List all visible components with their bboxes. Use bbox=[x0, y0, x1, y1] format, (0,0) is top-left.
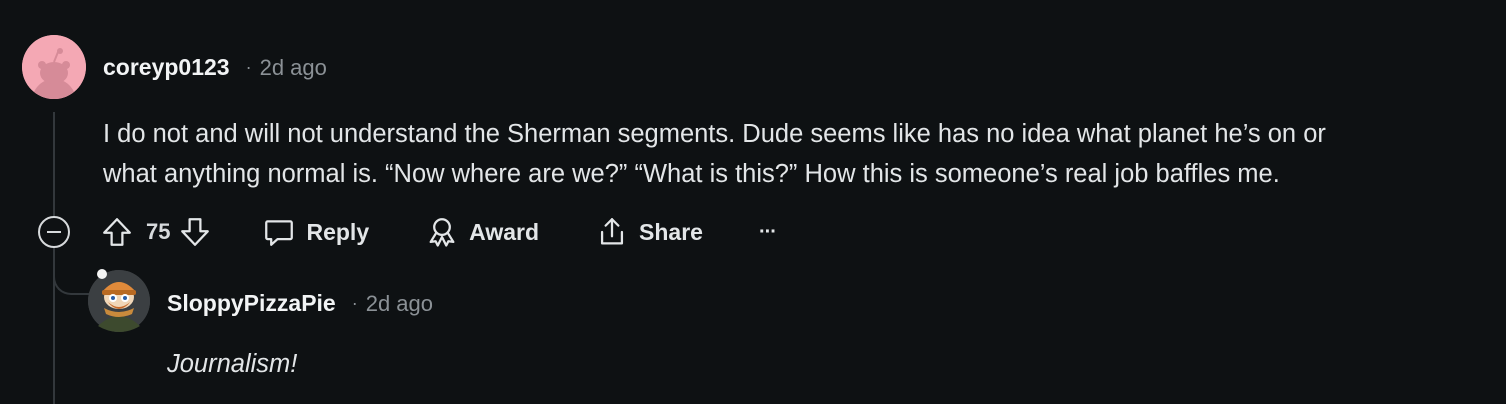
downvote-icon bbox=[181, 218, 210, 246]
comment-header: coreyp0123 · 2d ago bbox=[103, 54, 327, 81]
collapse-button[interactable] bbox=[38, 216, 70, 248]
more-options-button[interactable]: ··· bbox=[758, 220, 777, 244]
thread-line[interactable] bbox=[53, 112, 55, 220]
downvote-button[interactable] bbox=[178, 215, 212, 249]
comment-text-line: what anything normal is. “Now where are … bbox=[103, 160, 1280, 188]
more-dots-icon: ··· bbox=[758, 220, 777, 243]
reply-thread-connector bbox=[53, 247, 89, 295]
share-button[interactable]: Share bbox=[595, 215, 703, 249]
reply-timestamp[interactable]: 2d ago bbox=[366, 291, 433, 317]
reply-button[interactable]: Reply bbox=[262, 215, 369, 249]
snoo-avatar-icon bbox=[22, 35, 86, 99]
award-icon bbox=[429, 218, 455, 247]
comment-text-line: I do not and will not understand the She… bbox=[103, 120, 1326, 148]
snoo-avatar-icon bbox=[88, 269, 150, 332]
username[interactable]: coreyp0123 bbox=[103, 54, 230, 81]
meta-separator: · bbox=[245, 57, 252, 77]
comment-body: I do not and will not understand the She… bbox=[103, 114, 1498, 194]
award-label: Award bbox=[469, 218, 540, 245]
share-icon bbox=[600, 218, 624, 245]
upvote-button[interactable] bbox=[100, 215, 134, 249]
award-button[interactable]: Award bbox=[425, 215, 539, 249]
avatar[interactable] bbox=[22, 35, 86, 99]
timestamp[interactable]: 2d ago bbox=[260, 55, 327, 81]
reply-username[interactable]: SloppyPizzaPie bbox=[167, 290, 336, 317]
thread-line-lower[interactable] bbox=[53, 247, 55, 404]
reply-label: Reply bbox=[306, 218, 370, 245]
reply-body: Journalism! bbox=[167, 350, 298, 378]
vote-count: 75 bbox=[146, 219, 171, 244]
comment-action-bar: 75 Reply Award Share ··· bbox=[100, 212, 777, 252]
reply-header: SloppyPizzaPie · 2d ago bbox=[167, 290, 433, 317]
comment-bubble-icon bbox=[265, 220, 294, 246]
collapse-icon bbox=[47, 231, 61, 233]
meta-separator: · bbox=[351, 293, 358, 313]
share-label: Share bbox=[639, 218, 703, 245]
reply-avatar[interactable] bbox=[88, 269, 150, 332]
upvote-icon bbox=[103, 218, 131, 246]
